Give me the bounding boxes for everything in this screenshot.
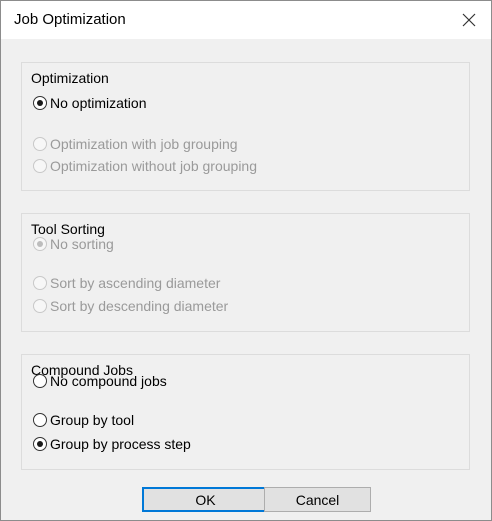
optimization-group: Optimization No optimization Optimizatio… — [21, 62, 470, 191]
radio-optimization-without-job-grouping[interactable]: Optimization without job grouping — [33, 158, 257, 174]
tool-sorting-group-title: Tool Sorting — [31, 221, 105, 237]
title-bar: Job Optimization — [1, 1, 491, 39]
radio-group-by-tool[interactable]: Group by tool — [33, 412, 134, 428]
ok-button[interactable]: OK — [142, 487, 269, 512]
radio-button[interactable] — [33, 374, 47, 388]
close-button[interactable] — [447, 1, 491, 39]
radio-label: Group by process step — [50, 436, 191, 452]
radio-label: Optimization with job grouping — [50, 136, 238, 152]
radio-label: Sort by descending diameter — [50, 298, 229, 314]
radio-button[interactable] — [33, 96, 47, 110]
radio-button[interactable] — [33, 137, 47, 151]
radio-label: Sort by ascending diameter — [50, 275, 221, 291]
radio-button[interactable] — [33, 299, 47, 313]
close-icon — [462, 13, 476, 27]
radio-button[interactable] — [33, 413, 47, 427]
compound-jobs-group: Compound Jobs No compound jobs Group by … — [21, 354, 470, 470]
radio-label: Group by tool — [50, 412, 135, 428]
radio-button[interactable] — [33, 159, 47, 173]
radio-label: No sorting — [50, 236, 114, 252]
dialog-title: Job Optimization — [14, 11, 126, 28]
optimization-group-title: Optimization — [31, 70, 109, 86]
radio-sort-by-ascending-diameter[interactable]: Sort by ascending diameter — [33, 275, 220, 291]
radio-label: No compound jobs — [50, 373, 167, 389]
radio-label: Optimization without job grouping — [50, 158, 258, 174]
radio-button[interactable] — [33, 437, 47, 451]
tool-sorting-group: Tool Sorting No sorting Sort by ascendin… — [21, 213, 470, 332]
radio-no-sorting[interactable]: No sorting — [33, 236, 114, 252]
job-optimization-dialog: Job Optimization Optimization No optimiz… — [0, 0, 492, 521]
cancel-button[interactable]: Cancel — [264, 487, 371, 512]
radio-sort-by-descending-diameter[interactable]: Sort by descending diameter — [33, 298, 228, 314]
radio-label: No optimization — [50, 95, 147, 111]
radio-group-by-process-step[interactable]: Group by process step — [33, 436, 191, 452]
radio-optimization-with-job-grouping[interactable]: Optimization with job grouping — [33, 136, 238, 152]
radio-button[interactable] — [33, 237, 47, 251]
radio-button[interactable] — [33, 276, 47, 290]
radio-no-optimization[interactable]: No optimization — [33, 95, 147, 111]
radio-no-compound-jobs[interactable]: No compound jobs — [33, 373, 167, 389]
